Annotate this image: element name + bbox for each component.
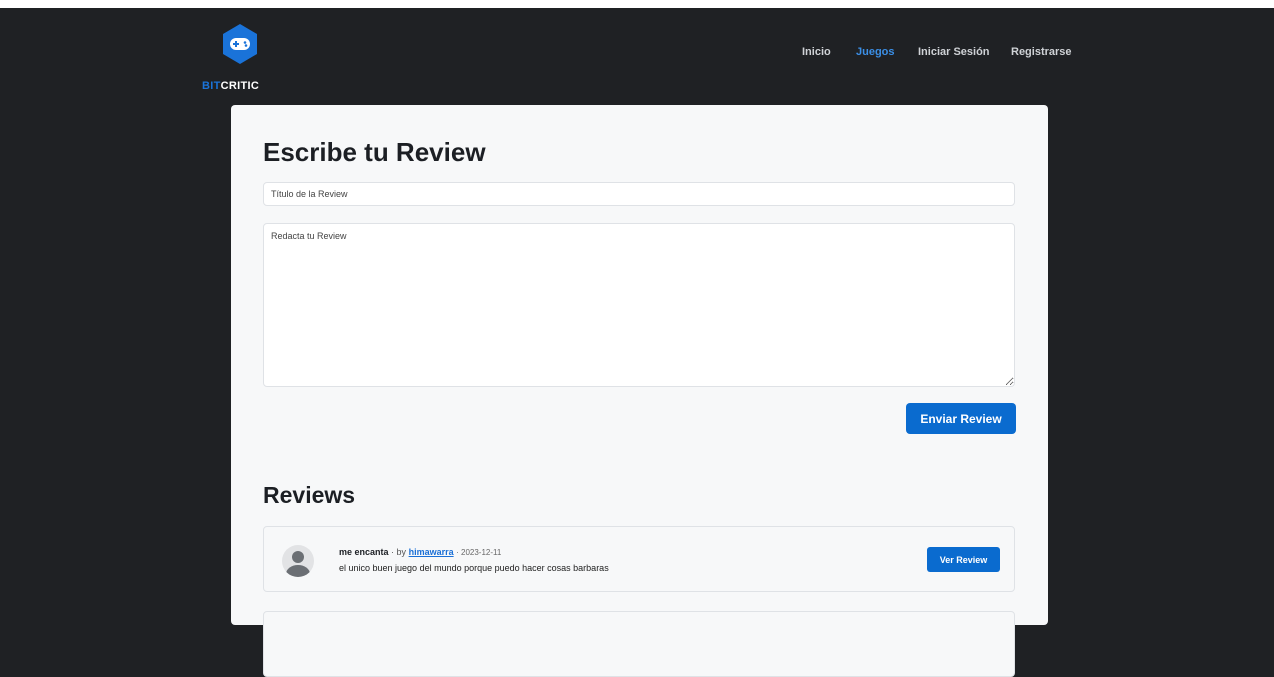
review-card: Escribe tu Review Enviar Review Reviews … xyxy=(231,105,1048,677)
view-review-button[interactable]: Ver Review xyxy=(927,547,1000,572)
nav-juegos[interactable]: Juegos xyxy=(856,46,895,58)
reviews-heading: Reviews xyxy=(263,482,356,508)
review-excerpt: el unico buen juego del mundo porque pue… xyxy=(339,563,609,573)
review-body-textarea[interactable] xyxy=(263,223,1015,387)
review-title-input[interactable] xyxy=(263,182,1015,206)
brand-name-part2: CRITIC xyxy=(220,80,260,92)
review-list-item xyxy=(263,611,1015,677)
nav-inicio[interactable]: Inicio xyxy=(802,46,831,58)
window-top-strip xyxy=(0,0,1274,8)
gamepad-logo-icon xyxy=(223,24,257,64)
nav-iniciar-sesion[interactable]: Iniciar Sesión xyxy=(918,46,990,58)
brand-name-part1: BIT xyxy=(202,80,221,92)
write-review-heading: Escribe tu Review xyxy=(263,137,486,167)
review-list-item: me encanta · by himawarra · 2023-12-11 e… xyxy=(263,526,1015,592)
review-meta: me encanta · by himawarra · 2023-12-11 xyxy=(339,547,501,557)
review-title: me encanta xyxy=(339,547,389,557)
site-header: BITCRITIC Inicio Juegos Iniciar Sesión R… xyxy=(0,8,1274,104)
nav-registrarse[interactable]: Registrarse xyxy=(1011,46,1072,58)
review-date: · 2023-12-11 xyxy=(456,548,502,557)
site-logo[interactable]: BITCRITIC xyxy=(198,24,278,92)
submit-review-button[interactable]: Enviar Review xyxy=(906,403,1016,434)
user-avatar-icon xyxy=(282,545,314,577)
brand-name: BITCRITIC xyxy=(202,80,259,92)
review-author-link[interactable]: himawarra xyxy=(409,547,454,557)
review-by-label: · by xyxy=(391,547,407,557)
